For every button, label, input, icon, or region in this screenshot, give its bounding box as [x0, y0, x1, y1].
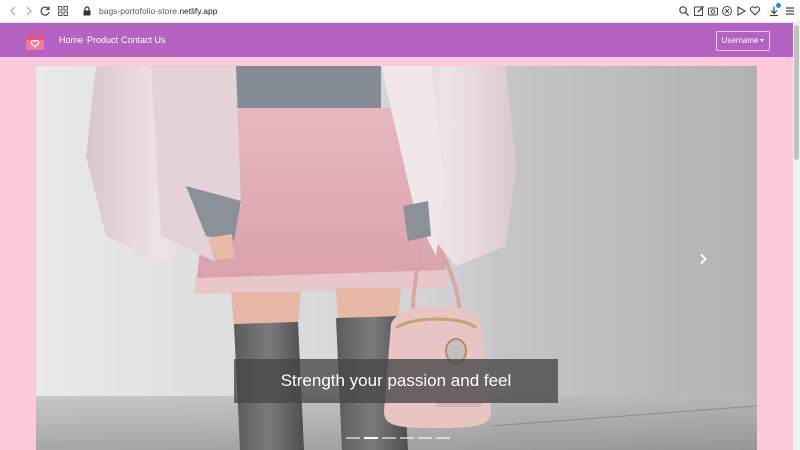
back-icon[interactable] [6, 4, 20, 18]
nav-link-contact-us[interactable]: Contact Us [121, 35, 166, 46]
heart-icon[interactable] [749, 5, 761, 17]
chevron-right-icon[interactable] [696, 252, 710, 266]
navbar: Home Product Contact Us Username [0, 23, 793, 57]
carousel-indicator[interactable] [346, 437, 360, 439]
forward-icon[interactable] [22, 4, 36, 18]
nav-link-home[interactable]: Home [59, 35, 83, 46]
carousel-indicator-active[interactable] [364, 437, 378, 439]
hero-carousel[interactable]: Strength your passion and feel [36, 66, 757, 450]
download-badge [776, 3, 781, 8]
zoom-search-icon[interactable] [678, 5, 690, 17]
carousel-indicators [346, 437, 450, 439]
reload-icon[interactable] [38, 4, 52, 18]
carousel-caption: Strength your passion and feel [234, 359, 558, 403]
carousel-indicator[interactable] [382, 437, 396, 439]
browser-toolbar: bags-portofolio-store.netlify.app [0, 0, 800, 23]
url-host-domain: netlify.app [179, 6, 218, 16]
user-menu-label: Username [721, 36, 759, 45]
carousel-indicator[interactable] [400, 437, 414, 439]
page-scrollbar[interactable] [793, 23, 800, 450]
camera-icon[interactable] [707, 5, 719, 17]
play-icon[interactable] [735, 5, 747, 17]
menu-icon[interactable] [784, 5, 796, 17]
tab-grid-icon[interactable] [56, 4, 70, 18]
carousel-indicator[interactable] [418, 437, 432, 439]
edit-icon[interactable] [693, 5, 705, 17]
scrollbar-thumb[interactable] [794, 25, 799, 160]
lock-icon[interactable] [80, 4, 94, 18]
user-menu-button[interactable]: Username [716, 31, 770, 51]
caret-down-icon [760, 39, 765, 43]
url-host-prefix: bags-portofolio-store. [99, 6, 180, 16]
nav-link-product[interactable]: Product [87, 35, 118, 46]
page: Home Product Contact Us Username Strengt… [0, 23, 800, 450]
shopping-bag-heart-icon[interactable] [24, 29, 46, 51]
address-bar[interactable]: bags-portofolio-store.netlify.app [99, 5, 217, 17]
close-circle-icon[interactable] [721, 5, 733, 17]
carousel-indicator[interactable] [436, 437, 450, 439]
